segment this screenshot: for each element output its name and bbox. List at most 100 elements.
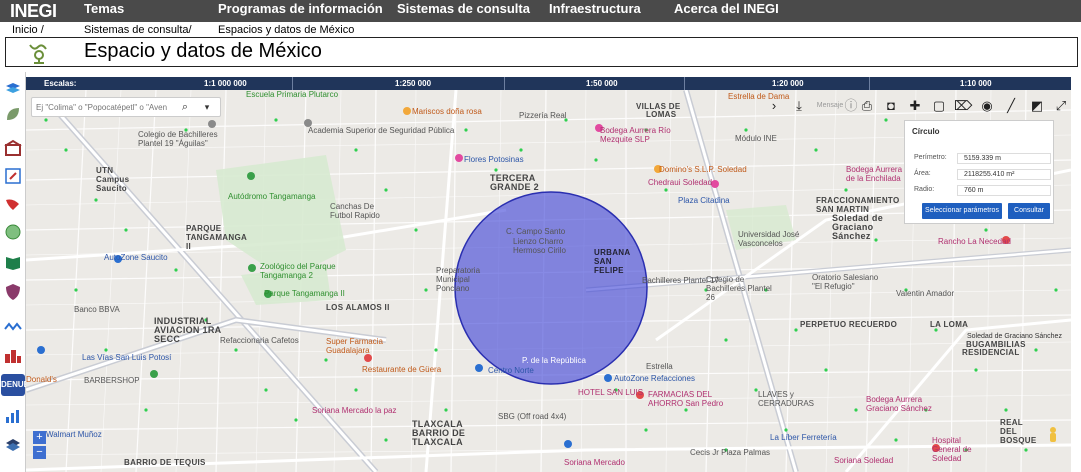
scale-label: Escalas:: [44, 79, 77, 88]
map-label: FARMACIAS DEL AHORRO San Pedro: [648, 390, 724, 408]
page-title: Espacio y datos de México: [84, 40, 322, 62]
map-label: Soriana Soledad: [834, 456, 894, 465]
chevron-right-icon[interactable]: ›: [765, 97, 783, 115]
map-label: La Líber Ferretería: [770, 433, 837, 442]
breadcrumb-current: Espacios y datos de México: [218, 24, 355, 36]
map-label: Soledad de Graciano Sánchez: [832, 213, 884, 241]
circle-icon[interactable]: ◉: [978, 97, 996, 115]
perimeter-value: 5159.339 m: [957, 153, 1051, 164]
denue-icon[interactable]: DENUE: [1, 374, 29, 396]
map-label: Zoológico del Parque Tangamanga 2: [260, 262, 336, 280]
scale-option[interactable]: 1:1 000 000: [204, 79, 247, 88]
map-label: Restaurante de Güera: [362, 365, 442, 374]
compass-icon[interactable]: [3, 166, 23, 186]
circle-panel: Círculo Perímetro: 5159.339 m Área: 2118…: [904, 120, 1054, 224]
map-label: Flores Potosinas: [464, 155, 524, 164]
breadcrumb-sistemas[interactable]: Sistemas de consulta/: [84, 24, 192, 36]
nav-sistemas[interactable]: Sistemas de consulta: [397, 1, 530, 16]
nav-acerca[interactable]: Acerca del INEGI: [674, 1, 779, 16]
area-row: Área: 2118255.410 m²: [910, 169, 1051, 180]
map-label: INDUSTRIAL AVIACION 1RA SECC: [154, 316, 222, 344]
map-label: TERCERA GRANDE 2: [490, 173, 539, 192]
map-label: AutoZone Saucito: [104, 253, 168, 262]
nav-programas[interactable]: Programas de información: [218, 1, 383, 16]
map-label: SBG (Off road 4x4): [498, 412, 567, 421]
top-nav-bar: INEGI Temas Programas de información Sis…: [0, 0, 1081, 22]
map-label: LOS ALAMOS II: [326, 303, 390, 312]
pin-icon[interactable]: ✚: [906, 97, 924, 115]
fullscreen-icon[interactable]: ⤢: [1052, 97, 1070, 115]
map-label: URBANA SAN FELIPE: [594, 248, 631, 275]
map-label: Domino's S.L.P. Soledad: [659, 165, 747, 174]
nav-infraestructura[interactable]: Infraestructura: [549, 1, 641, 16]
map-label: Preparatoria Municipal Ponciano: [436, 266, 481, 293]
map-label: BARRIO DE TEQUIS: [124, 458, 206, 467]
eraser-icon[interactable]: ◩: [1028, 97, 1046, 115]
map-label: LOMAS: [646, 110, 677, 119]
map-label: Bodega Aurrera Graciano Sánchez: [866, 395, 932, 413]
map-label: Walmart Muñoz: [46, 430, 102, 439]
search-icon[interactable]: ⌕: [176, 98, 194, 116]
query-button[interactable]: Consultar: [1008, 203, 1050, 219]
map-label: AutoZone Refacciones: [614, 374, 695, 383]
scale-divider: [504, 77, 505, 90]
map-label: Centro Norte: [488, 366, 534, 375]
leaf-icon[interactable]: [3, 104, 23, 124]
chevron-down-icon[interactable]: ▾: [198, 98, 216, 116]
map-label: Soriana Mercado: [564, 458, 625, 467]
map-label: Refaccionaria Cafetos: [220, 336, 299, 345]
scale-option[interactable]: 1:250 000: [395, 79, 431, 88]
map-label: HOTEL SAN LUIS: [578, 388, 644, 397]
map-label: Autódromo Tangamanga: [228, 192, 316, 201]
map-label: RESIDENCIAL: [962, 348, 1020, 357]
place-search-input[interactable]: [36, 101, 170, 114]
map-label: Super Farmacia Guadalajara: [326, 337, 383, 355]
shield-icon[interactable]: [3, 282, 23, 302]
layers-icon[interactable]: [3, 78, 23, 98]
globe-icon[interactable]: [3, 222, 23, 242]
book-icon[interactable]: [3, 252, 23, 272]
scale-divider: [869, 77, 870, 90]
scale-divider: [684, 77, 685, 90]
scale-option[interactable]: 1:10 000: [960, 79, 992, 88]
square-select-icon[interactable]: ▢: [930, 97, 948, 115]
street-view-icon[interactable]: [1046, 426, 1060, 444]
city-icon[interactable]: [3, 346, 23, 366]
chart-icon[interactable]: [3, 406, 23, 426]
polygon-icon[interactable]: ⌦: [954, 97, 972, 115]
scale-bar: Escalas: 1:1 000 000 1:250 000 1:50 000 …: [26, 77, 1071, 90]
download-icon[interactable]: ⤓: [790, 97, 808, 115]
ruler-icon[interactable]: ╱: [1002, 97, 1020, 115]
map-label: Estrella: [646, 362, 673, 371]
title-bar: Espacio y datos de México: [5, 37, 1078, 67]
radius-row: Radio: 760 m: [910, 185, 1051, 196]
print-icon[interactable]: ⎙: [858, 97, 876, 115]
map-label: Cecis Jr Plaza Palmas: [690, 448, 771, 457]
anchor-logo-icon: [29, 44, 47, 64]
network-icon[interactable]: [3, 316, 23, 336]
scale-option[interactable]: 1:20 000: [772, 79, 804, 88]
map-label: Módulo INE: [735, 134, 777, 143]
map-label: Bodega Aurrera Río Mezquite SLP: [600, 126, 671, 144]
map-label: FRACCIONAMIENTO SAN MARTIN: [816, 196, 900, 214]
camera-icon[interactable]: ◘: [882, 97, 900, 115]
map-label: Canchas De Futbol Rapido: [330, 202, 380, 220]
map-label: LLAVES y CERRADURAS: [758, 390, 815, 408]
map-label: Banco BBVA: [74, 305, 120, 314]
map-label: BARBERSHOP: [84, 376, 140, 385]
zoom-in-button[interactable]: +: [33, 431, 46, 444]
building-icon[interactable]: [3, 138, 23, 158]
scale-option[interactable]: 1:50 000: [586, 79, 618, 88]
nav-temas[interactable]: Temas: [84, 1, 124, 16]
map-label: REAL DEL BOSQUE: [1000, 418, 1037, 445]
hand-icon[interactable]: [3, 194, 23, 214]
map-label: Chedraui Soledad: [648, 178, 713, 187]
map-label: PERPETUO RECUERDO: [800, 320, 898, 329]
area-label: Área:: [914, 170, 931, 177]
breadcrumb-inicio[interactable]: Inicio /: [12, 24, 44, 36]
inegi-logo[interactable]: INEGI: [10, 1, 57, 22]
map-label: Universidad José Vasconcelos: [738, 230, 800, 248]
zoom-out-button[interactable]: −: [33, 446, 46, 459]
stack-icon[interactable]: [3, 434, 23, 454]
select-parameters-button[interactable]: Seleccionar parámetros: [922, 203, 1002, 219]
